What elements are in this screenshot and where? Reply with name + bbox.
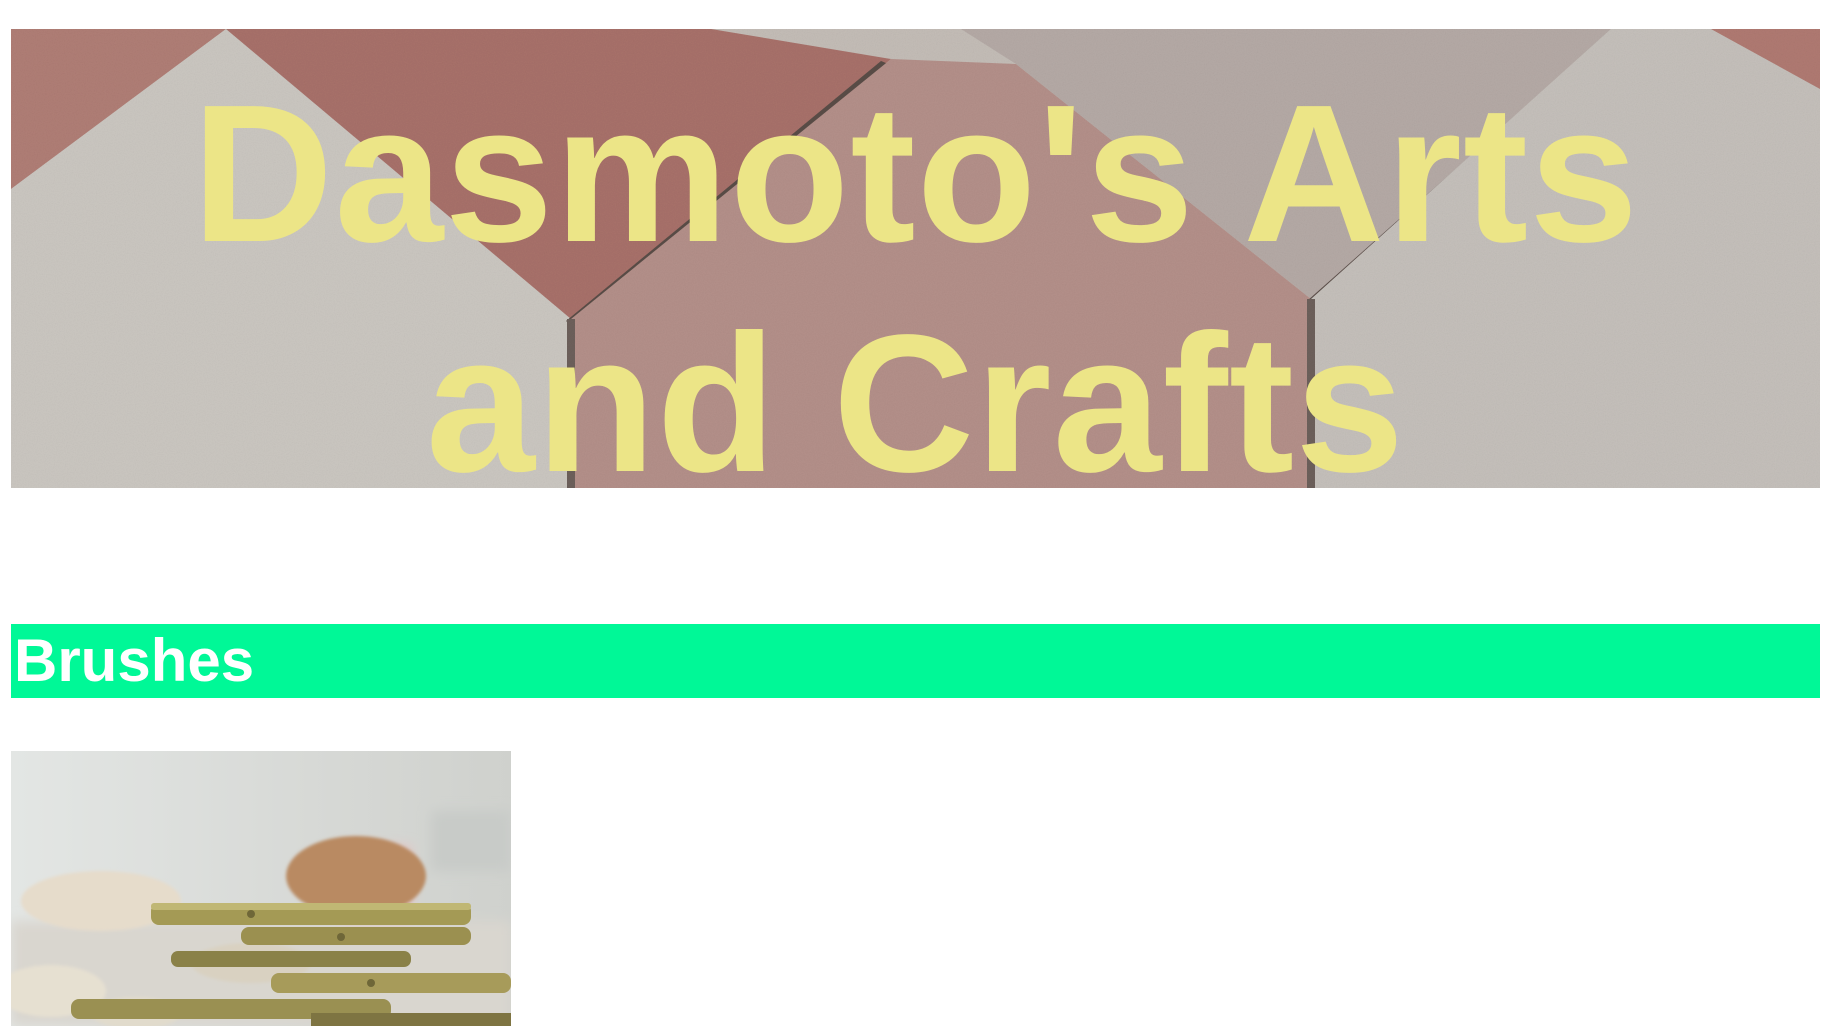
- section-title: Brushes: [14, 627, 255, 694]
- brushes-photo: [11, 751, 511, 1026]
- header-banner: Dasmoto's Arts and Crafts: [11, 29, 1820, 488]
- site-title: Dasmoto's Arts and Crafts: [191, 64, 1640, 488]
- page: Dasmoto's Arts and Crafts Brushes: [0, 0, 1828, 1026]
- section-heading-brushes: Brushes: [11, 624, 1820, 698]
- brushes-image: [11, 751, 511, 1026]
